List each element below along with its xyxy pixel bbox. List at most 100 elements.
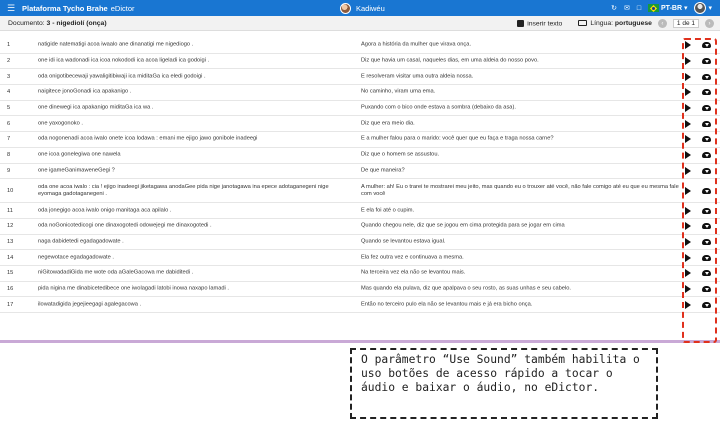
translation-text[interactable]: Mas quando ela pulava, diz que apalpava …	[361, 285, 679, 292]
source-text[interactable]: ilowatadigida jegejieegagi agalegacowa .	[38, 301, 338, 308]
source-text[interactable]: niGitowadadiGida me wote oda aGaleGacowa…	[38, 270, 338, 277]
table-row[interactable]: 17 ilowatadigida jegejieegagi agalegacowa…	[0, 297, 720, 313]
play-icon[interactable]	[685, 88, 691, 97]
translation-text[interactable]: Diz que o homem se assustou.	[361, 152, 679, 159]
cloud-download-icon[interactable]	[702, 301, 711, 308]
cloud-download-icon[interactable]	[702, 42, 711, 49]
translation-text[interactable]: Agora a história da mulher que virava on…	[361, 42, 679, 49]
cloud-download-icon[interactable]	[702, 58, 711, 65]
table-row[interactable]: 15 niGitowadadiGida me wote oda aGaleGaco…	[0, 266, 720, 282]
cloud-download-icon[interactable]	[702, 120, 711, 127]
table-row[interactable]: 4 naigitece jonoGonadi ica apakanigo . No …	[0, 85, 720, 101]
next-page-button[interactable]: ›	[705, 19, 714, 28]
source-text[interactable]: oda jonegigo acoa iwalo onigo manitaga a…	[38, 207, 338, 214]
source-text[interactable]: one igameGanimaweneGegi ?	[38, 167, 338, 174]
play-icon[interactable]	[685, 222, 691, 231]
play-icon[interactable]	[685, 186, 691, 195]
play-icon[interactable]	[685, 300, 691, 309]
table-row[interactable]: 11 oda jonegigo acoa iwalo onigo manitaga…	[0, 203, 720, 219]
page-indicator: 1 de 1	[672, 19, 699, 28]
source-text[interactable]: oda one acoa iwalo : cia ! ejigo inadeeg…	[38, 184, 338, 198]
cloud-download-icon[interactable]	[702, 152, 711, 159]
cloud-download-icon[interactable]	[702, 73, 711, 80]
translation-text[interactable]: De que maneira?	[361, 167, 679, 174]
source-text[interactable]: oda nogonenadi acoa iwalo onete icoa lod…	[38, 136, 338, 143]
play-icon[interactable]	[685, 41, 691, 50]
source-text[interactable]: one dinewegi ica apakanigo miditaGa ica …	[38, 105, 338, 112]
hamburger-icon[interactable]: ☰	[0, 3, 22, 14]
cloud-download-icon[interactable]	[702, 207, 711, 214]
table-row[interactable]: 8 one icoa gonelegiwa one nawela Diz que o…	[0, 148, 720, 164]
play-icon[interactable]	[685, 119, 691, 128]
play-icon[interactable]	[685, 166, 691, 175]
cloud-download-icon[interactable]	[702, 254, 711, 261]
play-icon[interactable]	[685, 72, 691, 81]
refresh-icon[interactable]: ↻	[611, 4, 617, 12]
table-row[interactable]: 5 one dinewegi ica apakanigo miditaGa ica…	[0, 101, 720, 117]
user-menu[interactable]: ▾	[694, 2, 712, 14]
translation-text[interactable]: E ela foi até o cupim.	[361, 207, 679, 214]
source-text[interactable]: naigitece jonoGonadi ica apakanigo .	[38, 89, 338, 96]
cloud-download-icon[interactable]	[702, 285, 711, 292]
play-icon[interactable]	[685, 269, 691, 278]
source-text[interactable]: one idi ica wadonadi ica icoa nokododi i…	[38, 58, 338, 65]
table-row[interactable]: 6 one yaxogonoko . Diz que era meio dia.	[0, 116, 720, 133]
source-text[interactable]: oda onigotibecewaji yawaligitibiwaji ica…	[38, 73, 338, 80]
translation-text[interactable]: E resolveram visitar uma outra aldeia no…	[361, 73, 679, 80]
table-row[interactable]: 10 oda one acoa iwalo : cia ! ejigo inade…	[0, 179, 720, 204]
table-row[interactable]: 14 negewotace egadagadowate . Ela fez outr…	[0, 250, 720, 266]
translation-text[interactable]: Puxando com o bico onde estava a sombra …	[361, 105, 679, 112]
language-selector[interactable]: PT-BR ▾	[648, 4, 687, 13]
table-row[interactable]: 9 one igameGanimaweneGegi ? De que maneira…	[0, 164, 720, 180]
play-icon[interactable]	[685, 237, 691, 246]
cloud-download-icon[interactable]	[702, 270, 711, 277]
cloud-download-icon[interactable]	[702, 105, 711, 112]
table-row[interactable]: 12 oda noGonicotedicogi one dinaxogotedi …	[0, 219, 720, 235]
translation-text[interactable]: Então no terceiro pulo ela não se levant…	[361, 301, 679, 308]
translation-text[interactable]: Quando chegou nele, diz que se jogou em …	[361, 223, 679, 230]
translation-text[interactable]: E a mulher falou para o marido: você que…	[361, 136, 679, 143]
table-row[interactable]: 2 one idi ica wadonadi ica icoa nokododi …	[0, 54, 720, 70]
table-row[interactable]: 7 oda nogonenadi acoa iwalo onete icoa lo…	[0, 132, 720, 148]
cloud-download-icon[interactable]	[702, 238, 711, 245]
cloud-download-icon[interactable]	[702, 187, 711, 194]
brand-title[interactable]: Plataforma Tycho Brahe	[22, 4, 108, 13]
source-text[interactable]: oda noGonicotedicogi one dinaxogotedi od…	[38, 223, 338, 230]
play-icon[interactable]	[685, 104, 691, 113]
translation-text[interactable]: A mulher: ah! Eu o trarei te mostrarei m…	[361, 184, 679, 198]
app-name[interactable]: eDictor	[111, 4, 135, 13]
row-number: 9	[7, 167, 11, 174]
translation-text[interactable]: Ela fez outra vez e continuava a mesma.	[361, 254, 679, 261]
cloud-download-icon[interactable]	[702, 223, 711, 230]
table-row[interactable]: 16 pida nigina me dinabicetedibece one iw…	[0, 282, 720, 298]
language-info[interactable]: Língua: portuguese	[578, 20, 652, 27]
source-text[interactable]: pida nigina me dinabicetedibece one iwol…	[38, 285, 338, 292]
play-icon[interactable]	[685, 253, 691, 262]
translation-text[interactable]: Diz que era meio dia.	[361, 120, 679, 127]
play-icon[interactable]	[685, 206, 691, 215]
source-text[interactable]: one yaxogonoko .	[38, 120, 338, 127]
cloud-download-icon[interactable]	[702, 136, 711, 143]
source-text[interactable]: negewotace egadagadowate .	[38, 254, 338, 261]
play-icon[interactable]	[685, 284, 691, 293]
source-text[interactable]: one icoa gonelegiwa one nawela	[38, 152, 338, 159]
prev-page-button[interactable]: ‹	[657, 19, 667, 28]
play-icon[interactable]	[685, 151, 691, 160]
cloud-download-icon[interactable]	[702, 167, 711, 174]
table-row[interactable]: 13 naga dabidetedi egadagadowate . Quando …	[0, 235, 720, 251]
cloud-download-icon[interactable]	[702, 89, 711, 96]
mail-icon[interactable]: ✉	[624, 4, 630, 12]
translation-text[interactable]: Quando se levantou estava igual.	[361, 238, 679, 245]
source-text[interactable]: naga dabidetedi egadagadowate .	[38, 238, 338, 245]
play-icon[interactable]	[685, 57, 691, 66]
project-selector[interactable]: Kadiwéu	[340, 0, 385, 16]
table-row[interactable]: 3 oda onigotibecewaji yawaligitibiwaji ic…	[0, 69, 720, 86]
window-icon[interactable]: □	[637, 5, 641, 12]
source-text[interactable]: natigide natematigi acoa iwaalo ane dina…	[38, 42, 338, 49]
insert-text-button[interactable]: inserir texto	[517, 19, 562, 27]
translation-text[interactable]: No caminho, viram uma ema.	[361, 89, 679, 96]
translation-text[interactable]: Diz que havia um casal, naqueles dias, e…	[361, 58, 679, 65]
translation-text[interactable]: Na terceira vez ela não se levantou mais…	[361, 270, 679, 277]
play-icon[interactable]	[685, 135, 691, 144]
table-row[interactable]: 1 natigide natematigi acoa iwaalo ane din…	[0, 38, 720, 54]
